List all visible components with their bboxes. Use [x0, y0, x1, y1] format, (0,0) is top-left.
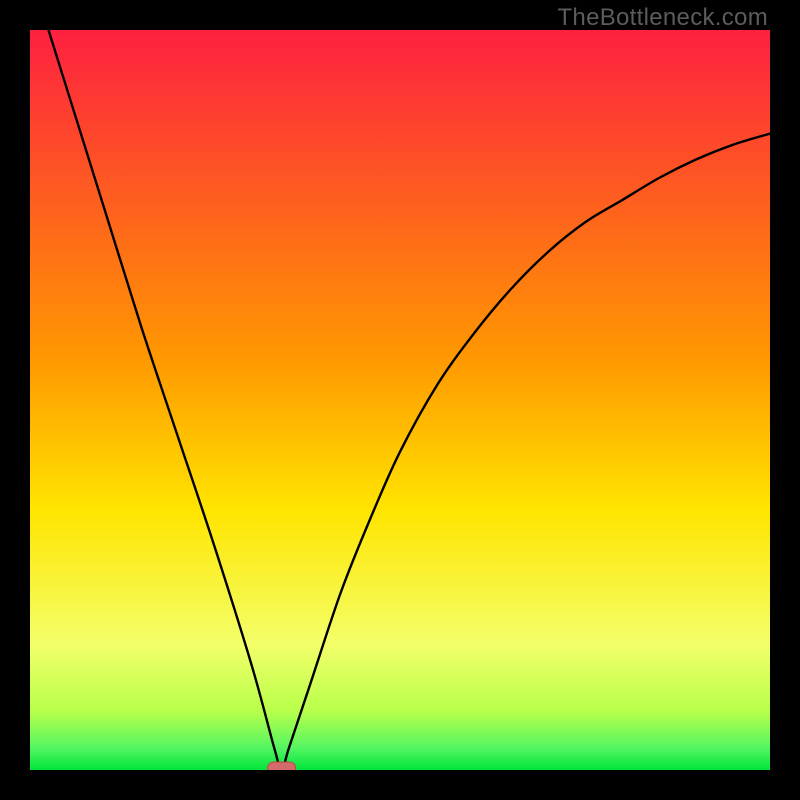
gradient-background — [30, 30, 770, 770]
minimum-marker — [268, 762, 296, 770]
chart-frame: TheBottleneck.com — [0, 0, 800, 800]
plot-area — [30, 30, 770, 770]
watermark-text: TheBottleneck.com — [557, 4, 768, 32]
chart-svg — [30, 30, 770, 770]
